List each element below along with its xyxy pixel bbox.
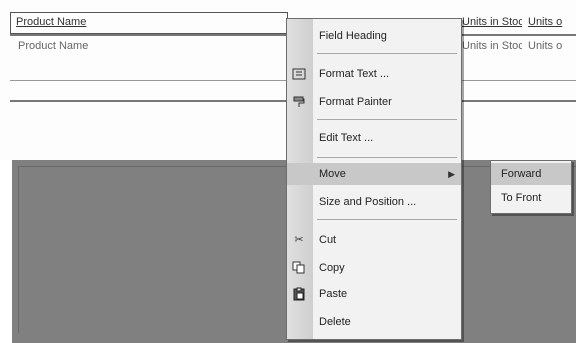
- menu-separator: [317, 219, 457, 220]
- menu-item-edit-text[interactable]: Edit Text ...: [287, 127, 461, 149]
- menu-item-format-text[interactable]: Format Text ...: [287, 63, 461, 85]
- format-painter-icon: [292, 95, 306, 109]
- menu-item-cut[interactable]: ✂ Cut: [287, 229, 461, 251]
- menu-item-label: Edit Text ...: [319, 132, 374, 144]
- menu-separator: [317, 119, 457, 120]
- menu-item-label: Delete: [319, 316, 351, 328]
- menu-item-label: Format Text ...: [319, 68, 390, 80]
- menu-item-field-heading[interactable]: Field Heading: [287, 25, 461, 47]
- paste-icon: [292, 287, 306, 301]
- menu-item-move[interactable]: Move ▶: [287, 163, 461, 185]
- menu-item-label: Paste: [319, 288, 348, 300]
- header-product-name[interactable]: Product Name: [16, 14, 276, 30]
- submenu-item-label: To Front: [501, 192, 542, 204]
- menu-separator: [317, 157, 457, 158]
- menu-item-label: Field Heading: [319, 30, 387, 42]
- submenu-arrow-icon: ▶: [448, 169, 455, 179]
- menu-item-label: Copy: [319, 262, 345, 274]
- context-menu: Field Heading Format Text ... Format Pai…: [286, 18, 462, 340]
- cut-icon: ✂: [294, 234, 304, 246]
- menu-separator: [317, 53, 457, 54]
- menu-item-label: Format Painter: [319, 96, 392, 108]
- detail-units-in-stock[interactable]: Units in Stock: [462, 38, 522, 54]
- menu-item-size-and-position[interactable]: Size and Position ...: [287, 191, 461, 213]
- menu-item-label: Cut: [319, 234, 337, 246]
- menu-item-format-painter[interactable]: Format Painter: [287, 91, 461, 113]
- submenu-item-label: Forward: [501, 168, 542, 180]
- submenu-item-to-front[interactable]: To Front: [491, 187, 571, 209]
- copy-icon: [292, 261, 306, 275]
- header-units-on-order[interactable]: Units o: [528, 14, 576, 30]
- detail-units-on-order[interactable]: Units o: [528, 38, 576, 54]
- submenu-item-forward[interactable]: Forward: [491, 163, 571, 185]
- move-submenu: Forward To Front: [490, 160, 572, 214]
- menu-item-delete[interactable]: Delete: [287, 311, 461, 333]
- menu-item-label: Size and Position ...: [319, 196, 417, 208]
- header-units-in-stock[interactable]: Units in Stock: [462, 14, 522, 30]
- menu-item-paste[interactable]: Paste: [287, 283, 461, 305]
- menu-item-label: Move: [319, 168, 346, 180]
- detail-product-name[interactable]: Product Name: [18, 38, 258, 54]
- menu-item-copy[interactable]: Copy: [287, 257, 461, 279]
- format-text-icon: [292, 67, 306, 81]
